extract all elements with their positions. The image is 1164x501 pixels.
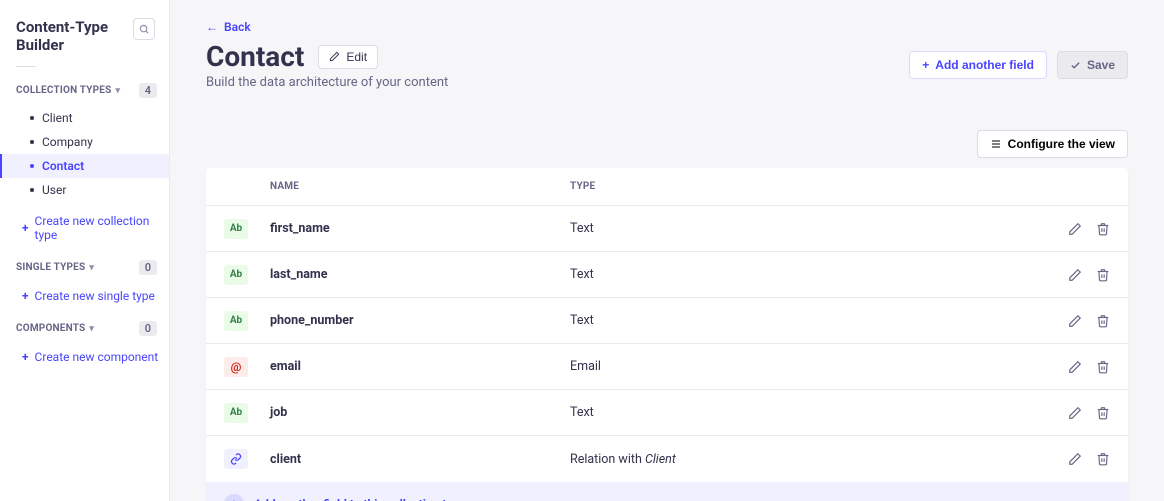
table-row: Ab last_nameText bbox=[206, 252, 1128, 298]
save-label: Save bbox=[1087, 58, 1115, 72]
page-title: Contact bbox=[206, 40, 304, 73]
back-label: Back bbox=[224, 20, 251, 34]
table-header: NAME TYPE bbox=[206, 168, 1128, 206]
add-field-label: Add another field bbox=[935, 58, 1034, 72]
field-type-icon: @ bbox=[224, 357, 248, 377]
section-head-components[interactable]: COMPONENTS ▾ 0 bbox=[0, 317, 169, 340]
delete-field-button[interactable] bbox=[1096, 314, 1110, 328]
table-row: Ab jobText bbox=[206, 390, 1128, 436]
arrow-left-icon: ← bbox=[206, 20, 218, 34]
count-badge: 0 bbox=[139, 260, 157, 275]
delete-field-button[interactable] bbox=[1096, 406, 1110, 420]
sidebar-list-collection: Client Company Contact User bbox=[0, 106, 169, 202]
divider bbox=[16, 66, 36, 67]
configure-view-button[interactable]: Configure the view bbox=[977, 130, 1128, 158]
delete-field-button[interactable] bbox=[1096, 452, 1110, 466]
section-label: COLLECTION TYPES bbox=[16, 85, 111, 96]
section-head-collection[interactable]: COLLECTION TYPES ▾ 4 bbox=[0, 79, 169, 102]
field-name: email bbox=[270, 359, 570, 374]
edit-field-button[interactable] bbox=[1068, 406, 1082, 420]
save-button[interactable]: Save bbox=[1057, 51, 1128, 79]
section-label: COMPONENTS bbox=[16, 323, 85, 334]
field-name: job bbox=[270, 405, 570, 420]
sidebar-item-client[interactable]: Client bbox=[0, 106, 169, 130]
chevron-down-icon: ▾ bbox=[89, 324, 94, 334]
sidebar-item-label: Company bbox=[42, 135, 93, 149]
edit-label: Edit bbox=[346, 50, 367, 64]
plus-icon: + bbox=[22, 350, 29, 364]
field-type-icon: Ab bbox=[224, 265, 248, 285]
field-type: Email bbox=[570, 359, 1040, 374]
plus-icon: + bbox=[22, 289, 29, 303]
sidebar-item-label: Contact bbox=[42, 159, 84, 173]
field-type: Relation with Client bbox=[570, 452, 1040, 467]
search-button[interactable] bbox=[133, 18, 155, 40]
field-type: Text bbox=[570, 405, 1040, 420]
field-type-icon bbox=[224, 449, 248, 469]
pencil-icon bbox=[329, 51, 340, 62]
plus-icon: + bbox=[22, 221, 29, 235]
field-name: phone_number bbox=[270, 313, 570, 328]
field-type: Text bbox=[570, 313, 1040, 328]
field-type-icon: Ab bbox=[224, 403, 248, 423]
sidebar: Content-Type Builder COLLECTION TYPES ▾ … bbox=[0, 0, 170, 501]
chevron-down-icon: ▾ bbox=[115, 86, 120, 96]
field-type: Text bbox=[570, 267, 1040, 282]
field-type-icon: Ab bbox=[224, 219, 248, 239]
edit-field-button[interactable] bbox=[1068, 222, 1082, 236]
field-type: Text bbox=[570, 221, 1040, 236]
section-label: SINGLE TYPES bbox=[16, 262, 85, 273]
field-name: client bbox=[270, 452, 570, 467]
edit-button[interactable]: Edit bbox=[318, 45, 378, 69]
edit-field-button[interactable] bbox=[1068, 268, 1082, 282]
sidebar-item-label: User bbox=[42, 183, 66, 197]
create-single-type[interactable]: + Create new single type bbox=[0, 283, 169, 309]
create-component[interactable]: + Create new component bbox=[0, 344, 169, 370]
delete-field-button[interactable] bbox=[1096, 268, 1110, 282]
add-label: Create new collection type bbox=[35, 214, 159, 242]
col-type: TYPE bbox=[570, 181, 1040, 192]
sidebar-item-label: Client bbox=[42, 111, 73, 125]
count-badge: 0 bbox=[139, 321, 157, 336]
table-row: @ emailEmail bbox=[206, 344, 1128, 390]
field-name: last_name bbox=[270, 267, 570, 282]
fields-table: NAME TYPE Abfirst_nameTextAblast_nameTex… bbox=[206, 168, 1128, 501]
table-row: clientRelation with Client bbox=[206, 436, 1128, 482]
configure-label: Configure the view bbox=[1008, 137, 1115, 151]
sidebar-item-company[interactable]: Company bbox=[0, 130, 169, 154]
chevron-down-icon: ▾ bbox=[89, 263, 94, 273]
edit-field-button[interactable] bbox=[1068, 314, 1082, 328]
add-field-button[interactable]: + Add another field bbox=[909, 51, 1047, 79]
edit-field-button[interactable] bbox=[1068, 360, 1082, 374]
count-badge: 4 bbox=[139, 83, 157, 98]
col-name: NAME bbox=[270, 181, 570, 192]
sidebar-title: Content-Type Builder bbox=[16, 18, 133, 54]
field-type-icon: Ab bbox=[224, 311, 248, 331]
section-head-single[interactable]: SINGLE TYPES ▾ 0 bbox=[0, 256, 169, 279]
edit-field-button[interactable] bbox=[1068, 452, 1082, 466]
add-label: Create new single type bbox=[35, 289, 155, 303]
table-row: Ab first_nameText bbox=[206, 206, 1128, 252]
add-label: Create new component bbox=[35, 350, 159, 364]
field-name: first_name bbox=[270, 221, 570, 236]
delete-field-button[interactable] bbox=[1096, 360, 1110, 374]
delete-field-button[interactable] bbox=[1096, 222, 1110, 236]
page-subtitle: Build the data architecture of your cont… bbox=[206, 75, 448, 90]
table-row: Ab phone_numberText bbox=[206, 298, 1128, 344]
search-icon bbox=[139, 24, 150, 35]
plus-circle-icon: + bbox=[224, 494, 244, 501]
layout-icon bbox=[990, 138, 1002, 150]
main: ← Back Contact Edit Build the data archi… bbox=[170, 0, 1164, 501]
sidebar-item-user[interactable]: User bbox=[0, 178, 169, 202]
add-row-label: Add another field to this collection typ… bbox=[254, 497, 466, 501]
back-link[interactable]: ← Back bbox=[206, 20, 251, 34]
add-field-row[interactable]: + Add another field to this collection t… bbox=[206, 482, 1128, 501]
plus-icon: + bbox=[922, 58, 929, 72]
create-collection-type[interactable]: + Create new collection type bbox=[0, 208, 169, 248]
check-icon bbox=[1070, 60, 1081, 71]
sidebar-item-contact[interactable]: Contact bbox=[0, 154, 169, 178]
